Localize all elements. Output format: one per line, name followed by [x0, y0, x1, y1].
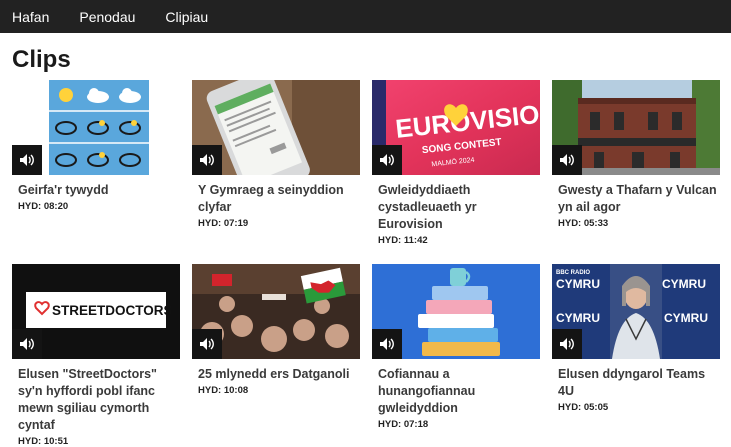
streetdoctors-logo-text: STREETDOCTORS: [52, 303, 173, 318]
clip-title[interactable]: Y Gymraeg a seinyddion clyfar: [192, 182, 360, 216]
audio-icon: [372, 145, 402, 175]
nav-hafan[interactable]: Hafan: [12, 9, 49, 25]
audio-icon: [372, 329, 402, 359]
clip-card[interactable]: EUROVISION SONG CONTEST MALMÖ 2024 Gwlei…: [372, 80, 540, 246]
radio-cymru-label: BBC RADIO: [556, 270, 590, 276]
nav-clipiau[interactable]: Clipiau: [165, 9, 208, 25]
clip-thumbnail[interactable]: EUROVISION SONG CONTEST MALMÖ 2024: [372, 80, 540, 175]
clip-duration: HYD: 07:19: [198, 218, 249, 229]
clip-duration: HYD: 07:18: [378, 419, 429, 430]
audio-icon: [12, 329, 42, 359]
clip-title[interactable]: Geirfa'r tywydd: [12, 182, 180, 199]
clip-title[interactable]: Gwleidyddiaeth cystadleuaeth yr Eurovisi…: [372, 182, 540, 233]
clip-card[interactable]: Cofiannau a hunangofiannau gwleidyddion …: [372, 264, 540, 430]
svg-text:CYMRU: CYMRU: [556, 311, 600, 325]
audio-icon: [192, 329, 222, 359]
clip-title[interactable]: Cofiannau a hunangofiannau gwleidyddion: [372, 366, 540, 417]
audio-icon: [552, 329, 582, 359]
audio-icon: [12, 145, 42, 175]
clip-title[interactable]: Gwesty a Thafarn y Vulcan yn ail agor: [552, 182, 720, 216]
clip-duration: HYD: 05:05: [558, 402, 609, 413]
clip-card[interactable]: Geirfa'r tywydd HYD: 08:20: [12, 80, 180, 212]
clip-title[interactable]: Elusen ddyngarol Teams 4U: [552, 366, 720, 400]
clip-duration: HYD: 08:20: [18, 201, 69, 212]
audio-icon: [192, 145, 222, 175]
svg-text:CYMRU: CYMRU: [662, 277, 706, 291]
clip-card[interactable]: 25 mlynedd ers Datganoli HYD: 10:08: [192, 264, 360, 396]
clip-thumbnail[interactable]: [552, 80, 720, 175]
top-nav: Hafan Penodau Clipiau: [0, 0, 731, 33]
clip-title[interactable]: 25 mlynedd ers Datganoli: [192, 366, 360, 383]
svg-text:CYMRU: CYMRU: [664, 311, 708, 325]
clip-duration: HYD: 11:42: [378, 235, 428, 246]
clip-thumbnail[interactable]: STREETDOCTORS: [12, 264, 180, 359]
clip-card[interactable]: Gwesty a Thafarn y Vulcan yn ail agor HY…: [552, 80, 720, 229]
clip-thumbnail[interactable]: [192, 264, 360, 359]
clip-thumbnail[interactable]: [372, 264, 540, 359]
page-title: Clips: [12, 46, 71, 73]
audio-icon: [552, 145, 582, 175]
clip-thumbnail[interactable]: [192, 80, 360, 175]
clip-duration: HYD: 10:51: [18, 436, 69, 447]
clip-duration: HYD: 05:33: [558, 218, 609, 229]
radio-cymru-wordmark: CYMRU: [556, 277, 600, 291]
clip-title[interactable]: Elusen "StreetDoctors" sy'n hyffordi pob…: [12, 366, 180, 434]
clip-card[interactable]: BBC RADIO CYMRU CYMRU CYMRU CYMRU Elusen…: [552, 264, 720, 413]
clip-duration: HYD: 10:08: [198, 385, 249, 396]
clip-thumbnail[interactable]: BBC RADIO CYMRU CYMRU CYMRU CYMRU: [552, 264, 720, 359]
clip-thumbnail[interactable]: [12, 80, 180, 175]
clip-card[interactable]: STREETDOCTORS Elusen "StreetDoctors" sy'…: [12, 264, 180, 447]
nav-penodau[interactable]: Penodau: [79, 9, 135, 25]
clip-card[interactable]: Y Gymraeg a seinyddion clyfar HYD: 07:19: [192, 80, 360, 229]
